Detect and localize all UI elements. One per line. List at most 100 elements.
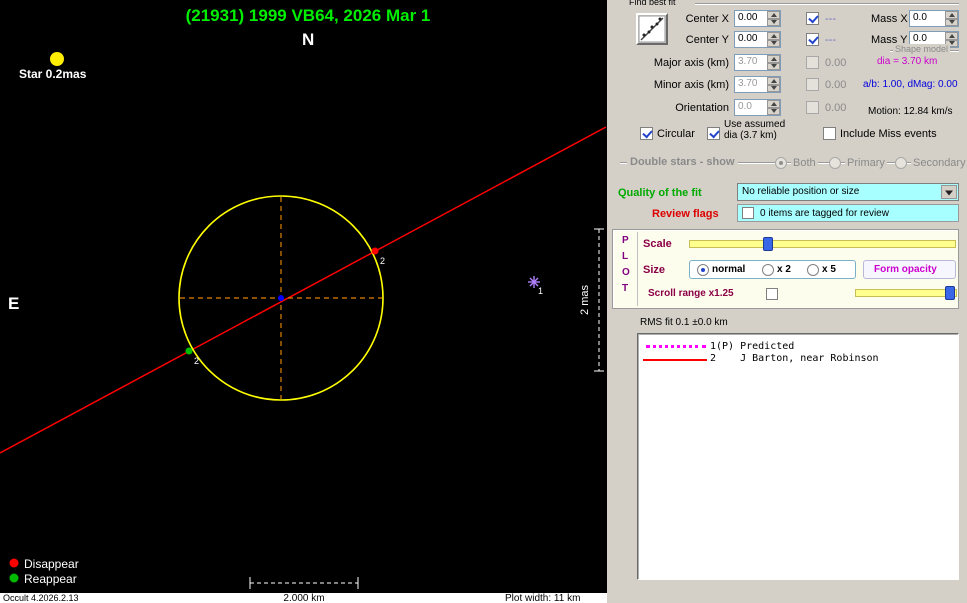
use-assumed-label-line1: Use assumed: [724, 119, 786, 130]
chord-series-marker: [643, 359, 707, 361]
center-x-input[interactable]: 0.00: [734, 10, 781, 27]
predicted-series-marker: [646, 345, 706, 348]
review-flags-checkbox[interactable]: [742, 207, 754, 219]
plot-width-label: Plot width: 11 km: [505, 593, 580, 603]
orientation-value: 0.0: [738, 101, 752, 112]
orientation-input: 0.0: [734, 99, 781, 116]
quality-of-fit-value: No reliable position or size: [742, 186, 860, 197]
center-y-uncert-dashes: ---: [825, 34, 836, 46]
include-miss-label: Include Miss events: [840, 128, 937, 140]
find-best-fit-button[interactable]: [636, 13, 668, 45]
list-item[interactable]: 2 J Barton, near Robinson: [638, 353, 958, 365]
east-label: E: [8, 294, 19, 313]
plot-letter-p: P: [622, 235, 629, 246]
reappear-marker[interactable]: [185, 347, 193, 355]
disappear-marker[interactable]: [371, 247, 379, 255]
plot-letter-l: L: [622, 251, 629, 262]
occult-app-window: 2 2 1 (21931) 1999 VB64, 2026 Mar 1 N E …: [0, 0, 967, 603]
fit-button-icon: [638, 15, 666, 43]
center-x-value: 0.00: [738, 12, 758, 23]
minor-axis-label: Minor axis (km): [653, 79, 729, 91]
legend-reappear-dot: [9, 573, 19, 583]
orientation-uncert-value: 0.00: [825, 102, 847, 114]
chord-plot-area[interactable]: 2 2 1 (21931) 1999 VB64, 2026 Mar 1 N E …: [0, 0, 607, 603]
double-stars-secondary-label: Secondary: [911, 157, 967, 169]
motion-readout: Motion: 12.84 km/s: [868, 106, 953, 117]
plot-letter-t: T: [622, 283, 629, 294]
use-assumed-label-line2: dia (3.7 km): [724, 130, 777, 141]
asteroid-center-dot: [278, 295, 284, 301]
scale-slider-thumb[interactable]: [763, 237, 773, 251]
quality-of-fit-dropdown[interactable]: No reliable position or size: [737, 183, 959, 201]
find-best-fit-label: Find best fit: [629, 0, 676, 7]
include-miss-checkbox[interactable]: [823, 127, 836, 140]
major-axis-value: 3.70: [738, 56, 758, 67]
scroll-range-label: Scroll range x1.25: [648, 288, 734, 299]
diameter-readout: dia = 3.70 km: [877, 56, 938, 67]
scroll-range-slider-thumb[interactable]: [945, 286, 955, 300]
find-best-fit-groupline: [695, 3, 959, 5]
center-y-value: 0.00: [738, 33, 758, 44]
center-x-spinner[interactable]: [767, 11, 780, 26]
mass-x-label: Mass X: [871, 13, 908, 25]
use-assumed-dia-checkbox[interactable]: [707, 127, 720, 140]
size-x5-radio[interactable]: [807, 264, 819, 276]
rms-fit-label: RMS fit 0.1 ±0.0 km: [640, 317, 728, 328]
review-flags-box: 0 items are tagged for review: [737, 204, 959, 222]
horizontal-scale-label: 2.000 km: [283, 593, 324, 603]
mass-y-value: 0.0: [913, 33, 927, 44]
disappear-marker-label: 2: [380, 256, 385, 266]
center-y-lock-checkbox[interactable]: [806, 33, 819, 46]
chord-plot-svg: 2 2 1 (21931) 1999 VB64, 2026 Mar 1 N E …: [0, 0, 607, 603]
scroll-range-slider-track[interactable]: [855, 289, 957, 297]
double-stars-primary-radio: [829, 157, 841, 169]
minor-axis-value: 3.70: [738, 78, 758, 89]
dropdown-arrow-icon[interactable]: [941, 185, 957, 199]
major-axis-spinner: [767, 55, 780, 70]
double-stars-label: Double stars - show: [627, 156, 738, 168]
center-x-uncert-dashes: ---: [825, 13, 836, 25]
star-size-label: Star 0.2mas: [19, 67, 87, 81]
north-label: N: [302, 30, 314, 49]
legend-disappear-dot: [9, 558, 19, 568]
mass-x-input[interactable]: 0.0: [909, 10, 959, 27]
fit-control-panel: Find best fit Center X 0.00 --- Mass X 0…: [607, 0, 967, 603]
minor-axis-input: 3.70: [734, 76, 781, 93]
version-label: Occult 4.2026.2.13: [3, 593, 79, 603]
major-axis-uncert-value: 0.00: [825, 57, 847, 69]
predicted-star-label: 1: [538, 286, 543, 296]
scroll-range-slider[interactable]: [855, 286, 957, 300]
scale-slider[interactable]: [689, 237, 956, 251]
shape-model-label: Shape model: [893, 44, 951, 54]
scale-slider-track[interactable]: [689, 240, 956, 248]
major-axis-uncert-checkbox: [806, 56, 819, 69]
observation-text: 1(P) Predicted: [710, 341, 795, 352]
form-opacity-label: Form opacity: [874, 264, 937, 275]
size-x5-label: x 5: [822, 264, 836, 275]
center-y-spinner[interactable]: [767, 32, 780, 47]
observation-text: 2 J Barton, near Robinson: [710, 353, 879, 364]
plot-box-divider: [637, 232, 638, 306]
circular-label: Circular: [657, 128, 695, 140]
review-flags-label: Review flags: [652, 208, 719, 220]
orientation-uncert-checkbox: [806, 101, 819, 114]
observations-listbox[interactable]: 1(P) Predicted 2 J Barton, near Robinson: [637, 333, 959, 580]
star-size-dot: [50, 52, 64, 66]
list-item[interactable]: 1(P) Predicted: [638, 341, 958, 353]
size-label: Size: [643, 264, 666, 276]
size-x2-radio[interactable]: [762, 264, 774, 276]
mass-x-spinner[interactable]: [945, 11, 958, 26]
size-normal-radio[interactable]: [697, 264, 709, 276]
axis-ratio-readout: a/b: 1.00, dMag: 0.00: [863, 79, 958, 90]
center-y-label: Center Y: [685, 34, 729, 46]
circular-checkbox[interactable]: [640, 127, 653, 140]
plot-title: (21931) 1999 VB64, 2026 Mar 1: [186, 6, 431, 25]
legend-disappear-label: Disappear: [24, 557, 79, 571]
form-opacity-button[interactable]: Form opacity: [863, 260, 956, 279]
major-axis-label: Major axis (km): [653, 57, 729, 69]
center-y-input[interactable]: 0.00: [734, 31, 781, 48]
center-x-label: Center X: [685, 13, 729, 25]
scroll-range-checkbox[interactable]: [766, 288, 778, 300]
center-x-lock-checkbox[interactable]: [806, 12, 819, 25]
size-x2-label: x 2: [777, 264, 791, 275]
